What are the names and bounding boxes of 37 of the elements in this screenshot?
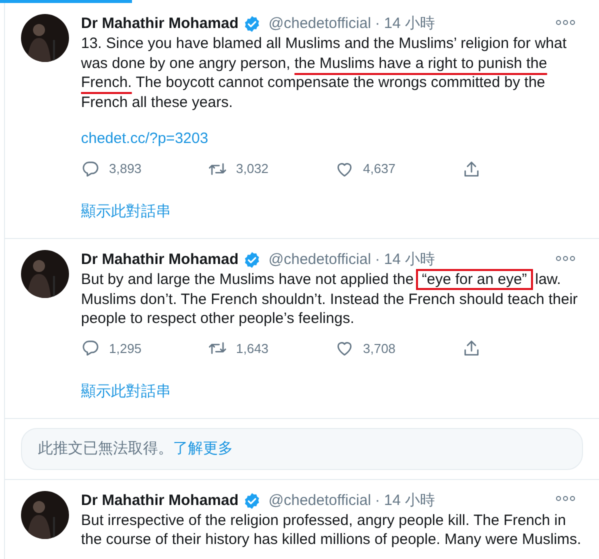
- more-icon[interactable]: [556, 256, 575, 260]
- share-icon[interactable]: [462, 160, 481, 178]
- handle[interactable]: @chedetofficial: [268, 490, 372, 510]
- avatar[interactable]: [21, 490, 69, 538]
- avatar[interactable]: [21, 14, 69, 62]
- retweet-count: 1,643: [236, 340, 269, 358]
- like-count: 3,708: [363, 340, 396, 358]
- separator-dot: ·: [375, 490, 380, 510]
- learn-more-link[interactable]: 了解更多: [173, 440, 233, 456]
- reply-count: 1,295: [109, 340, 142, 358]
- author-name[interactable]: Dr Mahathir Mohamad: [81, 14, 239, 34]
- avatar[interactable]: [21, 250, 69, 298]
- handle[interactable]: @chedetofficial: [268, 250, 372, 270]
- timestamp[interactable]: 14 小時: [384, 14, 435, 34]
- like-count: 4,637: [363, 160, 396, 178]
- separator-dot: ·: [375, 14, 380, 34]
- author-name[interactable]: Dr Mahathir Mohamad: [81, 490, 239, 510]
- more-icon[interactable]: [556, 20, 575, 24]
- reply-icon[interactable]: [81, 339, 100, 358]
- notice-text: 此推文已無法取得。: [38, 440, 173, 456]
- reply-count: 3,893: [109, 160, 142, 178]
- timestamp[interactable]: 14 小時: [384, 250, 435, 270]
- heart-icon[interactable]: [335, 339, 354, 358]
- tweet-link[interactable]: chedet.cc/?p=3203: [81, 129, 208, 149]
- retweet-count: 3,032: [236, 160, 269, 178]
- show-thread-link[interactable]: 顯示此對話串: [81, 382, 171, 402]
- tweet-text: But by and large the Muslims have not applied the “eye for an eye” law. Muslims don’t. The French shouldn’t. Instead the French should teach their people to respect other people’s feelings.: [81, 270, 579, 328]
- more-icon[interactable]: [556, 496, 575, 501]
- separator-dot: ·: [375, 250, 380, 270]
- show-thread-link[interactable]: 顯示此對話串: [81, 202, 171, 222]
- reply-icon[interactable]: [81, 160, 100, 178]
- tweet-text: 13. Since you have blamed all Muslims and the Muslims’ religion for what was done by one angry person, the Muslims have a right to punish the French. The boycott cannot compensate the wrongs committed by the French all these years.: [81, 34, 568, 112]
- author-name[interactable]: Dr Mahathir Mohamad: [81, 250, 239, 270]
- handle[interactable]: @chedetofficial: [268, 14, 372, 34]
- timestamp[interactable]: 14 小時: [384, 490, 435, 510]
- tweet-text: But irrespective of the religion professed, angry people kill. The French in the course of their history has killed millions of people. Many were Muslims.: [81, 510, 582, 550]
- share-icon[interactable]: [462, 339, 481, 358]
